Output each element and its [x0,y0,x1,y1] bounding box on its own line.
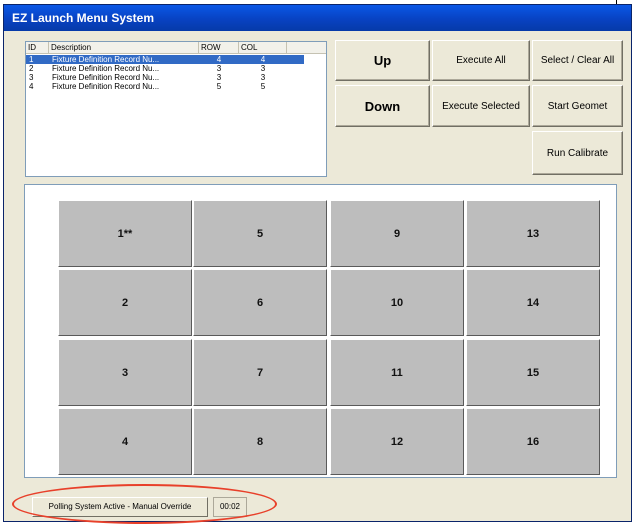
fixture-grid-panel: 1** 2 3 4 5 6 7 8 9 10 11 12 13 14 15 16 [24,184,617,478]
column-header-id[interactable]: ID [26,42,49,53]
grid-cell-button[interactable]: 14 [466,269,600,336]
grid-cell-button[interactable]: 2 [58,269,192,336]
grid-cell-button[interactable]: 10 [330,269,464,336]
fixture-list[interactable]: ID Description ROW COL 1 Fixture Definiti… [25,41,327,177]
grid-cell-button[interactable]: 13 [466,200,600,267]
grid-cell-button[interactable]: 6 [193,269,327,336]
grid-cell-button[interactable]: 16 [466,408,600,475]
start-geomet-button[interactable]: Start Geomet [532,85,623,127]
status-timer: 00:02 [213,497,247,517]
row-id-cell: 2 [29,64,34,73]
row-col-cell: 3 [260,73,266,82]
row-col-cell: 3 [260,64,266,73]
grid-cell-button[interactable]: 11 [330,339,464,406]
grid-cell-button[interactable]: 15 [466,339,600,406]
row-row-cell: 3 [216,64,222,73]
grid-cell-button[interactable]: 5 [193,200,327,267]
status-mode: Polling System Active - Manual Override [32,497,208,517]
row-row-cell: 3 [216,73,222,82]
column-header-row[interactable]: ROW [199,42,239,53]
row-row-cell: 4 [216,55,222,64]
select-clear-all-button[interactable]: Select / Clear All [532,40,623,81]
grid-cell-button[interactable]: 7 [193,339,327,406]
row-description-cell: Fixture Definition Record Nu... [52,82,160,91]
grid-cell-button[interactable]: 3 [58,339,192,406]
row-col-cell: 5 [260,82,266,91]
table-row[interactable]: 2 Fixture Definition Record Nu... 3 3 [26,64,304,73]
run-calibrate-button[interactable]: Run Calibrate [532,131,623,175]
table-row[interactable]: 3 Fixture Definition Record Nu... 3 3 [26,73,304,82]
execute-all-button[interactable]: Execute All [432,40,530,81]
table-row[interactable]: 4 Fixture Definition Record Nu... 5 5 [26,82,304,91]
up-button[interactable]: Up [335,40,430,81]
grid-cell-button[interactable]: 4 [58,408,192,475]
grid-cell-button[interactable]: 8 [193,408,327,475]
column-header-col[interactable]: COL [239,42,287,53]
grid-cell-button[interactable]: 12 [330,408,464,475]
row-id-cell: 1 [29,55,34,64]
row-id-cell: 3 [29,73,34,82]
row-col-cell: 4 [260,55,266,64]
column-header-description[interactable]: Description [49,42,199,53]
row-row-cell: 5 [216,82,222,91]
row-description-cell: Fixture Definition Record Nu... [52,64,160,73]
down-button[interactable]: Down [335,85,430,127]
app-window: EZ Launch Menu System ID Description ROW… [3,4,632,522]
fixture-list-header: ID Description ROW COL [26,42,326,54]
row-description-cell: Fixture Definition Record Nu... [52,55,160,64]
table-row[interactable]: 1 Fixture Definition Record Nu... 4 4 [26,55,304,64]
row-id-cell: 4 [29,82,34,91]
execute-selected-button[interactable]: Execute Selected [432,85,530,127]
window-title: EZ Launch Menu System [4,5,631,31]
row-description-cell: Fixture Definition Record Nu... [52,73,160,82]
grid-cell-button[interactable]: 1** [58,200,192,267]
grid-cell-button[interactable]: 9 [330,200,464,267]
